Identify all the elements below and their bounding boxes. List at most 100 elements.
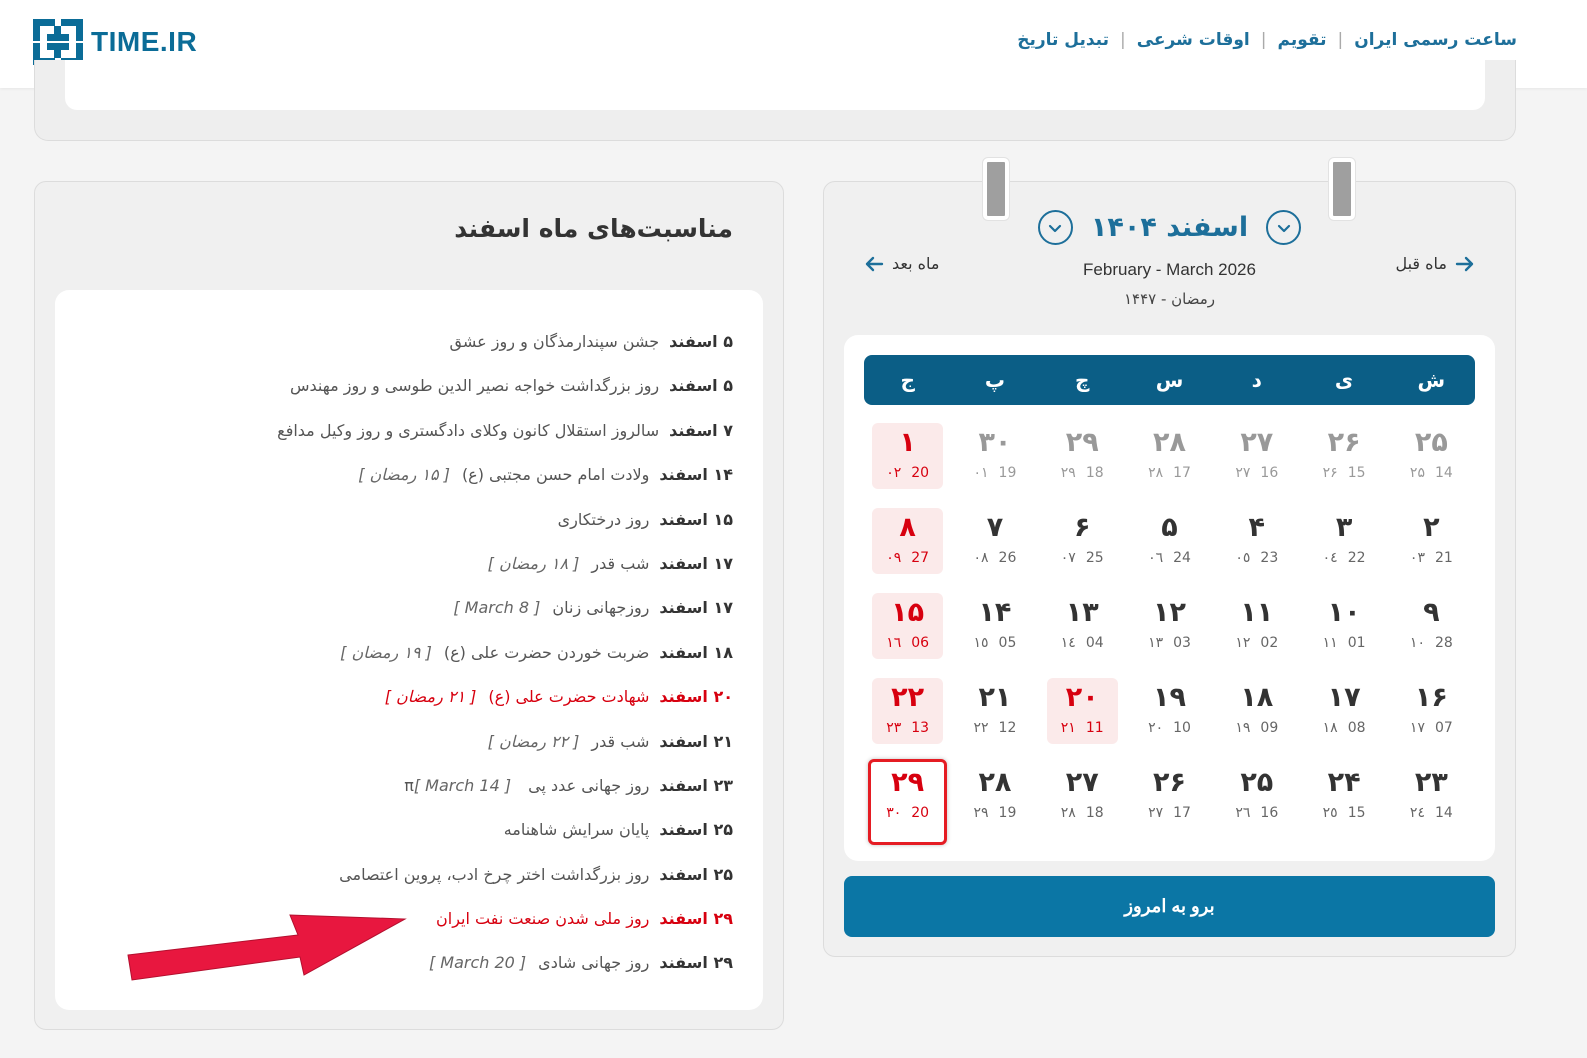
nav-date-converter[interactable]: تبدیل تاریخ [1017,30,1109,50]
day-cell[interactable]: ۲۵ ۲۵ 14 [1388,421,1475,506]
hijri-day: ۰٤ [1322,550,1338,566]
hijri-day: ۱٦ [886,635,902,651]
day-cell[interactable]: ۲۰ ۲۱ 11 [1039,676,1126,761]
day-cell[interactable]: ۴ ۰٥ 23 [1213,506,1300,591]
day-cell[interactable]: ۱۳ ۱٤ 04 [1039,591,1126,676]
day-secondary-dates: ۲۵ 14 [1388,465,1475,481]
gregorian-day: 26 [998,550,1017,566]
day-cell[interactable]: ۲۴ ۲٥ 15 [1300,761,1387,846]
arrow-right-icon [1455,256,1474,271]
occasion-text: روزجهانی زنان [552,598,650,618]
day-cell[interactable]: ۲۸ ۲۹ 19 [951,761,1038,846]
day-cell-today[interactable]: ۲۹ ۳۰ 20 [864,759,951,846]
day-cell[interactable]: ۳ ۰٤ 22 [1300,506,1387,591]
day-secondary-dates: ۱۸ 08 [1300,720,1387,736]
day-number: ۱۰ [1327,597,1361,628]
day-number: ۲۰ [1065,682,1099,713]
occasion-date: ۵ اسفند [669,376,733,396]
gregorian-day: 23 [1260,550,1279,566]
gregorian-day: 08 [1347,720,1366,736]
occasion-text: پایان سرایش شاهنامه [503,820,650,840]
month-picker-button[interactable] [1266,210,1302,245]
year-picker-button[interactable] [1037,210,1073,245]
occasion-item: ۷ اسفند سالروز استقلال کانون وکلای دادگست… [85,409,733,453]
nav-official-time[interactable]: ساعت رسمی ایران [1354,30,1517,50]
day-number: ۲۹ [891,767,925,798]
weekday-label: ی [1334,368,1354,392]
go-to-today-button[interactable]: برو به امروز [844,876,1495,937]
day-cell[interactable]: ۹ ۱۰ 28 [1388,591,1475,676]
occasion-date: ۲۰ اسفند [659,687,733,707]
day-cell[interactable]: ۲۶ ۲۶ 15 [1300,421,1387,506]
prev-month-button[interactable]: ماه قبل [1395,254,1475,273]
occasion-item: ۵ اسفند روز بزرگداشت خواجه نصیر الدین طوس… [85,364,733,408]
day-cell[interactable]: ۱۷ ۱۸ 08 [1300,676,1387,761]
day-number: ۲۶ [1327,427,1361,458]
hijri-day: ۰٦ [1148,550,1164,566]
day-number: ۵ [1161,512,1178,543]
day-cell[interactable]: ۲۹ ۲۹ 18 [1039,421,1126,506]
day-cell[interactable]: ۸ ۰۹ 27 [864,506,951,591]
nav-prayer-times[interactable]: اوقات شرعی [1137,30,1250,50]
day-cell[interactable]: ۲۳ ۲٤ 14 [1388,761,1475,846]
day-cell[interactable]: ۲۷ ۲۷ 16 [1213,421,1300,506]
occasion-date: ۱۵ اسفند [659,509,733,529]
weekday-header: شیدسچپج [864,355,1475,405]
day-cell[interactable]: ۱۱ ۱۲ 02 [1213,591,1300,676]
day-number: ۱۴ [978,597,1012,628]
day-cell[interactable]: ۱۲ ۱۳ 03 [1126,591,1213,676]
hijri-day: ۰۲ [886,465,902,481]
occasion-item: ۱۷ اسفند روزجهانی زنان [ March 8 ] [85,586,733,630]
day-cell[interactable]: ۱۰ ۱۱ 01 [1300,591,1387,676]
hijri-day: ۲۸ [1148,465,1164,481]
day-cell[interactable]: ۷ ۰۸ 26 [951,506,1038,591]
day-cell[interactable]: ۲۶ ۲۷ 17 [1126,761,1213,846]
gregorian-day: 28 [1434,635,1453,651]
hijri-day: ۲۷ [1148,805,1164,821]
day-cell[interactable]: ۳۰ ۰۱ 19 [951,421,1038,506]
day-secondary-dates: ۲۲ 12 [951,720,1038,736]
day-cell[interactable]: ۱۴ ۱٥ 05 [951,591,1038,676]
day-cell[interactable]: ۲۱ ۲۲ 12 [951,676,1038,761]
day-secondary-dates: ۱۱ 01 [1300,635,1387,651]
day-secondary-dates: ۰۲ 20 [864,465,951,481]
hijri-day: ۲٤ [1409,805,1425,821]
day-cell[interactable]: ۲۸ ۲۸ 17 [1126,421,1213,506]
gregorian-day: 11 [1085,720,1104,736]
day-cell[interactable]: ۲۷ ۲۸ 18 [1039,761,1126,846]
hijri-day: ۰۱ [973,465,989,481]
gregorian-day: 15 [1347,805,1366,821]
occasion-extra-date: [ ۲۲ رمضان ] [487,731,580,751]
occasion-date: ۲۵ اسفند [659,820,733,840]
day-secondary-dates: ۰۸ 26 [951,550,1038,566]
occasion-item: ۱۴ اسفند ولادت امام حسن مجتبی (ع) [ ۱۵ رمض… [85,453,733,497]
occasion-text: شهادت حضرت علی (ع) [488,687,650,707]
day-cell[interactable]: ۱۹ ۲۰ 10 [1126,676,1213,761]
day-number: ۱۷ [1327,682,1361,713]
day-number: ۷ [986,512,1004,543]
day-secondary-dates: ۰٥ 23 [1213,550,1300,566]
day-cell[interactable]: ۶ ۰۷ 25 [1039,506,1126,591]
occasion-text: سالروز استقلال کانون وکلای دادگستری و رو… [277,420,660,440]
day-cell[interactable]: ۱۶ ۱۷ 07 [1388,676,1475,761]
occasion-text: ضربت خوردن حضرت علی (ع) [443,642,650,662]
gregorian-day: 17 [1173,465,1191,481]
day-cell[interactable]: ۵ ۰٦ 24 [1126,506,1213,591]
next-month-button[interactable]: ماه بعد [864,254,939,273]
day-secondary-dates: ۲۹ 19 [951,805,1038,821]
gregorian-day: 01 [1347,635,1366,651]
nav-calendar[interactable]: تقویم [1277,30,1326,50]
day-number: ۲۷ [1065,767,1099,798]
day-cell[interactable]: ۱۵ ۱٦ 06 [864,591,951,676]
day-cell[interactable]: ۲۵ ۲٦ 16 [1213,761,1300,846]
gregorian-day: 12 [998,720,1017,736]
occasion-text: روز بزرگداشت اختر چرخ ادب، پروین اعتصامی [339,864,650,884]
hijri-day: ۲۵ [1409,465,1425,481]
day-cell[interactable]: ۲ ۰۳ 21 [1388,506,1475,591]
hijri-day: ۲۰ [1148,720,1164,736]
day-cell[interactable]: ۱۸ ۱۹ 09 [1213,676,1300,761]
day-cell[interactable]: ۱ ۰۲ 20 [864,421,951,506]
day-cell[interactable]: ۲۲ ۲۳ 13 [864,676,951,761]
hijri-day: ۱٤ [1060,635,1076,651]
day-secondary-dates: ۰٦ 24 [1126,550,1213,566]
